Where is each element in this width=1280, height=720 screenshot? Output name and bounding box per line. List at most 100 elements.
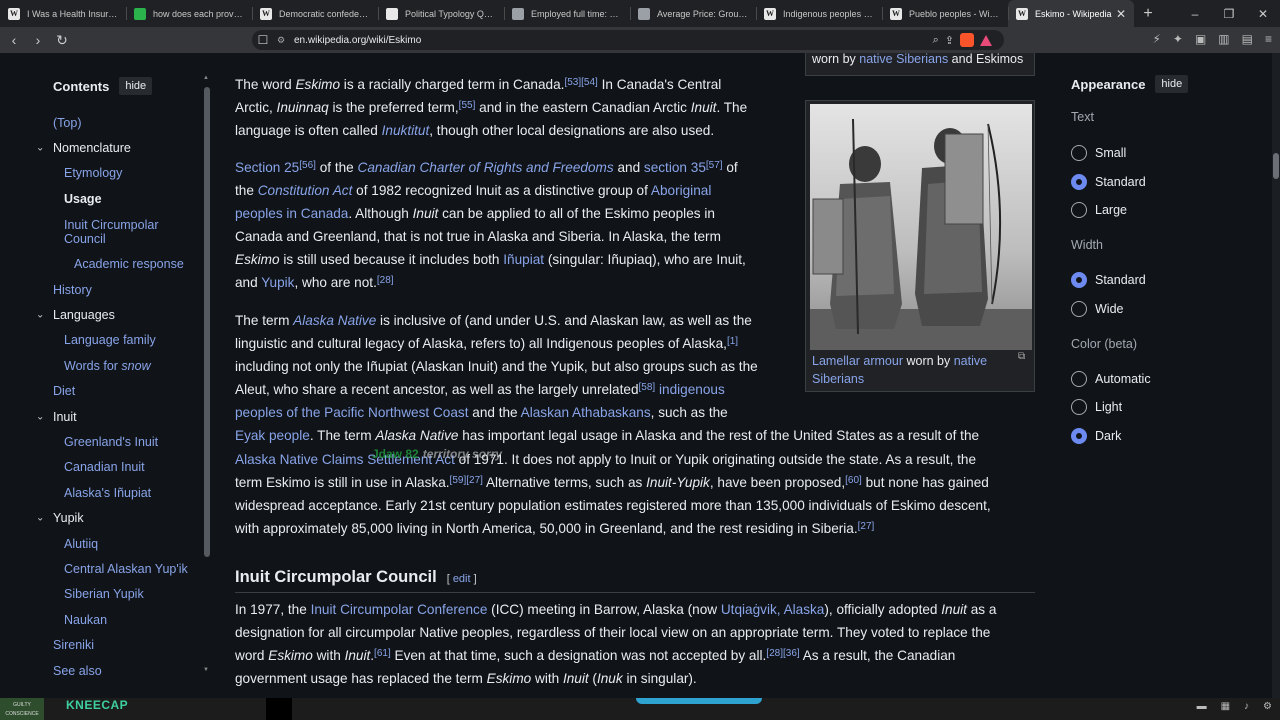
radio-text-small[interactable]: Small [1071, 145, 1126, 161]
radio-button-icon[interactable] [1071, 173, 1087, 190]
toc-item[interactable]: Canadian Inuit [0, 455, 212, 480]
toc-item[interactable]: Words for snow [0, 353, 212, 378]
toc-item[interactable]: Siberian Yupik [0, 582, 212, 607]
toc-item[interactable]: Academic response [0, 252, 212, 277]
url-text[interactable]: en.wikipedia.org/wiki/Eskimo [294, 35, 421, 46]
radio-button-icon[interactable] [1071, 427, 1087, 444]
appearance-hide-button[interactable]: hide [1155, 75, 1189, 93]
toc-hide-button[interactable]: hide [119, 77, 153, 95]
chevron-down-icon[interactable]: ⌄ [36, 411, 44, 422]
citation-link[interactable]: [27] [466, 475, 483, 486]
toc-item[interactable]: Language family [0, 328, 212, 353]
taskbar-app-icon[interactable] [266, 698, 292, 720]
maximize-icon[interactable]: ❐ [1212, 7, 1246, 21]
browser-tab[interactable]: W Indigenous peoples of the [756, 0, 882, 27]
link-aboriginal-peoples[interactable]: Aboriginal [651, 183, 711, 198]
toc-item[interactable]: (Top) [0, 110, 212, 135]
toc-item[interactable]: Alaska's Iñupiat [0, 480, 212, 505]
link-constitution-act[interactable]: Constitution Act [258, 183, 353, 198]
citation-link[interactable]: [27] [858, 521, 875, 532]
toc-item[interactable]: Central Alaskan Yup'ik [0, 556, 212, 581]
browser-tab[interactable]: W I Was a Health Insurance E [0, 0, 126, 27]
menu-icon[interactable]: ≡ [1265, 32, 1272, 46]
radio-button-icon[interactable] [1071, 371, 1087, 387]
page-scrollbar[interactable] [1272, 53, 1280, 698]
link-canadian-charter[interactable]: Canadian Charter of Rights and Freedoms [358, 160, 614, 175]
radio-width-wide[interactable]: Wide [1071, 300, 1123, 317]
radio-color-light[interactable]: Light [1071, 399, 1122, 416]
toc-item[interactable]: Sireniki [0, 632, 212, 657]
toc-scrollbar[interactable]: ▲ ▼ [203, 75, 212, 673]
browser-tab[interactable]: W Pueblo peoples - Wikiped [882, 0, 1008, 27]
new-tab-button[interactable]: + [1134, 5, 1162, 23]
minimize-icon[interactable]: – [1178, 7, 1212, 21]
forward-icon[interactable]: › [28, 32, 48, 48]
chat-icon[interactable]: ▬ [1197, 701, 1207, 712]
link-native-siberians-top[interactable]: native Siberians [859, 53, 948, 66]
toc-item[interactable]: ⌄ Languages [0, 302, 212, 327]
share-icon[interactable]: ⇪ [945, 34, 954, 47]
citation-link[interactable]: [1] [727, 336, 738, 347]
radio-color-automatic[interactable]: Automatic [1071, 371, 1151, 387]
bookmark-icon[interactable]: ☐ [252, 33, 274, 47]
address-bar[interactable]: ☐ ⚙ en.wikipedia.org/wiki/Eskimo ⌕ ⇪ [252, 30, 1004, 50]
sidebar-icon[interactable]: ▥ [1218, 32, 1229, 46]
citation-link[interactable]: [28] [377, 275, 394, 286]
toc-item[interactable]: ⌄ Inuit [0, 404, 212, 429]
browser-tab[interactable]: Employed full time: Media [504, 0, 630, 27]
browser-tab[interactable]: W Democratic confederalism [252, 0, 378, 27]
toc-item[interactable]: Usage [0, 186, 212, 211]
back-icon[interactable]: ‹ [4, 32, 24, 48]
citation-link[interactable]: [53] [564, 77, 581, 88]
taskbar-app-label[interactable]: KNEECAP [66, 698, 128, 712]
tab-search-icon[interactable]: ▤ [1242, 32, 1253, 46]
link-athabaskans[interactable]: Alaskan Athabaskans [521, 405, 651, 420]
toc-item[interactable]: ⌄ Nomenclature [0, 135, 212, 160]
chevron-down-icon[interactable]: ⌄ [36, 513, 44, 524]
close-tab-icon[interactable]: ✕ [1116, 7, 1126, 21]
files-icon[interactable]: ▦ [1221, 701, 1230, 712]
enlarge-icon[interactable]: ⧉ [1018, 351, 1025, 362]
chevron-down-icon[interactable]: ⌄ [36, 143, 44, 154]
citation-link[interactable]: [28] [766, 648, 783, 659]
browser-tab[interactable]: W Eskimo - Wikipedia ✕ [1008, 0, 1134, 27]
chevron-down-icon[interactable]: ⌄ [36, 310, 44, 321]
toc-item[interactable]: Alutiiq [0, 531, 212, 556]
radio-text-standard[interactable]: Standard [1071, 173, 1146, 190]
browser-tab[interactable]: how does each province h [126, 0, 252, 27]
reload-icon[interactable]: ↻ [52, 32, 72, 49]
lamellar-armour-photo[interactable] [810, 104, 1032, 350]
settings-icon[interactable]: ⚙ [1263, 701, 1272, 712]
link-aboriginal-peoples-2[interactable]: peoples in Canada [235, 206, 348, 221]
toc-item[interactable]: Naukan [0, 607, 212, 632]
toc-item[interactable]: Etymology [0, 161, 212, 186]
radio-text-large[interactable]: Large [1071, 202, 1127, 219]
toc-item[interactable]: See also [0, 658, 212, 683]
citation-link[interactable]: [36] [783, 648, 800, 659]
citation-link[interactable]: [59] [450, 475, 467, 486]
toc-item[interactable]: Inuit Circumpolar Council [0, 212, 212, 252]
mic-icon[interactable]: ♪ [1244, 701, 1249, 712]
link-icc-conference[interactable]: Inuit Circumpolar Conference [311, 602, 488, 617]
toc-item[interactable]: History [0, 277, 212, 302]
link-inuktitut[interactable]: Inuktitut [382, 123, 430, 138]
radio-button-icon[interactable] [1071, 272, 1087, 288]
radio-button-icon[interactable] [1071, 202, 1087, 219]
link-indigenous-pnw[interactable]: indigenous [659, 382, 725, 397]
citation-link[interactable]: [54] [581, 77, 598, 88]
citation-link[interactable]: [61] [374, 648, 391, 659]
link-inupiat[interactable]: Iñupiat [503, 252, 544, 267]
citation-link[interactable]: [57] [706, 160, 723, 171]
link-eyak[interactable]: Eyak people [235, 428, 310, 443]
site-info-icon[interactable]: ⚙ [274, 35, 288, 46]
zoom-icon[interactable]: ⌕ [933, 34, 939, 47]
toc-item[interactable]: ⌄ Yupik [0, 505, 212, 530]
link-section-35[interactable]: section 35 [644, 160, 706, 175]
toc-item[interactable]: Greenland's Inuit [0, 429, 212, 454]
radio-button-icon[interactable] [1071, 399, 1087, 416]
citation-link[interactable]: [58] [639, 382, 656, 393]
radio-width-standard[interactable]: Standard [1071, 272, 1146, 288]
link-yupik[interactable]: Yupik [261, 275, 294, 290]
link-section-25[interactable]: Section 25 [235, 160, 299, 175]
puzzle-icon[interactable]: ✦ [1173, 32, 1183, 46]
